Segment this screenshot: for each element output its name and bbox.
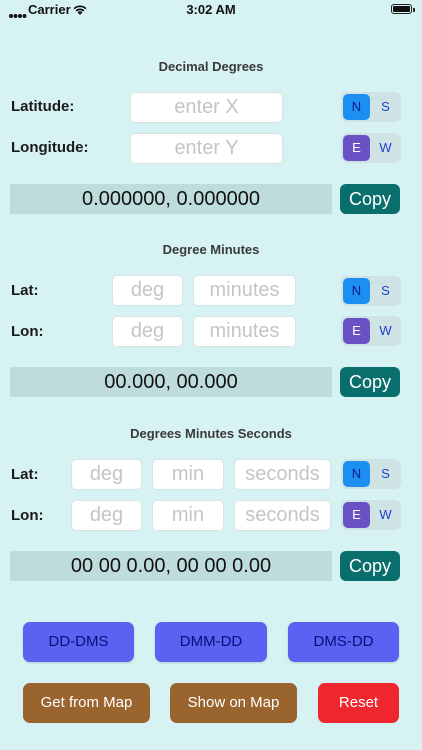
decimal-degrees-copy-button[interactable]: Copy	[340, 184, 400, 214]
dm-lat-ns-segmented-control: N S	[341, 276, 401, 306]
dms-lat-label: Lat:	[11, 466, 39, 483]
latitude-ns-segmented-control: N S	[341, 92, 401, 122]
dd-dms-button[interactable]: DD-DMS	[23, 622, 134, 662]
lon-w-option[interactable]: W	[372, 135, 399, 161]
dmm-dd-button[interactable]: DMM-DD	[155, 622, 267, 662]
dm-lat-deg-input[interactable]	[112, 275, 183, 306]
dms-lat-min-input[interactable]	[152, 459, 224, 490]
dm-lon-deg-input[interactable]	[112, 316, 183, 347]
dm-lat-minutes-input[interactable]	[193, 275, 296, 306]
dms-lat-seconds-input[interactable]	[234, 459, 331, 490]
show-on-map-button[interactable]: Show on Map	[170, 683, 297, 723]
dms-lon-seconds-input[interactable]	[234, 500, 331, 531]
dms-lon-min-input[interactable]	[152, 500, 224, 531]
dm-lat-n-option[interactable]: N	[343, 278, 370, 304]
dm-lat-s-option[interactable]: S	[372, 278, 399, 304]
dm-lon-ew-segmented-control: E W	[341, 316, 401, 346]
battery-icon	[391, 4, 415, 14]
longitude-ew-segmented-control: E W	[341, 133, 401, 163]
dm-lon-e-option[interactable]: E	[343, 318, 370, 344]
dms-copy-button[interactable]: Copy	[340, 551, 400, 581]
dms-result: 00 00 0.00, 00 00 0.00	[10, 551, 332, 581]
dms-lon-w-option[interactable]: W	[372, 502, 399, 528]
dms-dd-button[interactable]: DMS-DD	[288, 622, 399, 662]
latitude-label: Latitude:	[11, 98, 75, 115]
dms-lon-deg-input[interactable]	[71, 500, 142, 531]
longitude-input[interactable]	[130, 133, 283, 164]
get-from-map-button[interactable]: Get from Map	[23, 683, 150, 723]
dms-lon-e-option[interactable]: E	[343, 502, 370, 528]
dms-title: Degrees Minutes Seconds	[130, 426, 292, 441]
dms-lat-ns-segmented-control: N S	[341, 459, 401, 489]
dm-lon-minutes-input[interactable]	[193, 316, 296, 347]
degree-minutes-copy-button[interactable]: Copy	[340, 367, 400, 397]
dm-lon-w-option[interactable]: W	[372, 318, 399, 344]
longitude-label: Longitude:	[11, 139, 89, 156]
reset-button[interactable]: Reset	[318, 683, 399, 723]
lon-e-option[interactable]: E	[343, 135, 370, 161]
dm-lat-label: Lat:	[11, 282, 39, 299]
dms-lat-n-option[interactable]: N	[343, 461, 370, 487]
dms-lat-deg-input[interactable]	[71, 459, 142, 490]
dms-lon-ew-segmented-control: E W	[341, 500, 401, 530]
decimal-degrees-result: 0.000000, 0.000000	[10, 184, 332, 214]
status-time: 3:02 AM	[186, 2, 236, 17]
dm-lon-label: Lon:	[11, 323, 44, 340]
decimal-degrees-title: Decimal Degrees	[158, 59, 264, 74]
degree-minutes-result: 00.000, 00.000	[10, 367, 332, 397]
lat-n-option[interactable]: N	[343, 94, 370, 120]
degree-minutes-title: Degree Minutes	[162, 242, 260, 257]
dms-lat-s-option[interactable]: S	[372, 461, 399, 487]
lat-s-option[interactable]: S	[372, 94, 399, 120]
latitude-input[interactable]	[130, 92, 283, 123]
dms-lon-label: Lon:	[11, 507, 44, 524]
